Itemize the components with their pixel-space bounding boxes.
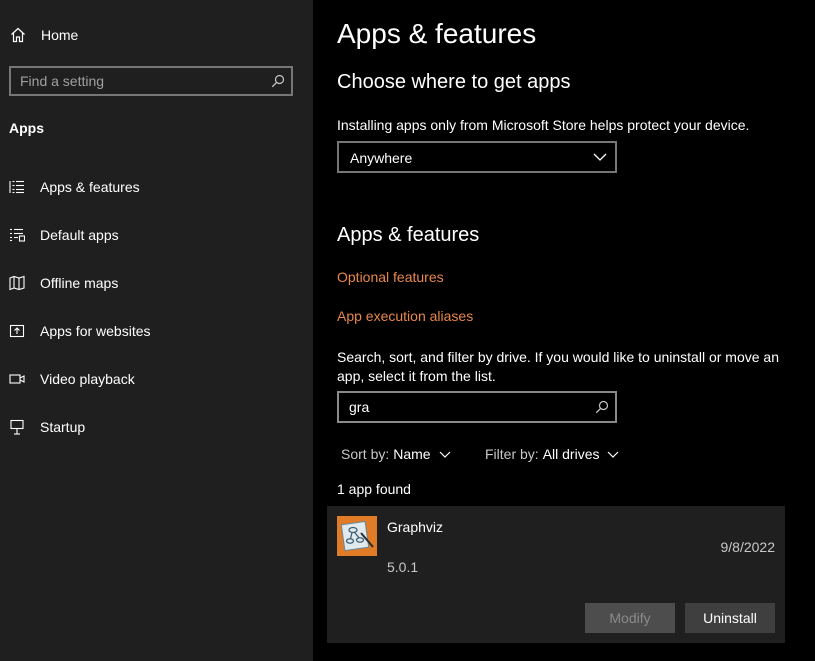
- uninstall-button[interactable]: Uninstall: [685, 603, 775, 633]
- chevron-down-icon: [593, 153, 607, 161]
- find-setting-box[interactable]: [9, 66, 293, 96]
- sidebar-item-apps-for-websites[interactable]: Apps for websites: [0, 312, 313, 352]
- app-execution-aliases-link[interactable]: App execution aliases: [337, 308, 473, 324]
- choose-apps-heading: Choose where to get apps: [337, 71, 571, 93]
- sidebar-item-label: Startup: [40, 419, 86, 435]
- app-search-input[interactable]: [349, 394, 579, 420]
- default-list-icon: [10, 228, 25, 242]
- chevron-down-icon: [439, 451, 451, 458]
- sidebar-item-label: Apps & features: [40, 179, 140, 195]
- app-source-value: Anywhere: [350, 150, 413, 166]
- result-count: 1 app found: [337, 481, 411, 497]
- modify-button[interactable]: Modify: [585, 603, 675, 633]
- open-in-window-icon: [9, 324, 25, 338]
- apps-features-heading: Apps & features: [337, 224, 480, 246]
- search-icon[interactable]: [595, 400, 609, 414]
- map-icon: [9, 275, 25, 291]
- app-search-box[interactable]: [337, 391, 617, 423]
- video-icon: [9, 374, 25, 384]
- sidebar-item-offline-maps[interactable]: Offline maps: [0, 264, 313, 304]
- app-install-date: 9/8/2022: [720, 539, 776, 555]
- startup-icon: [10, 419, 24, 435]
- filter-by-dropdown[interactable]: Filter by: All drives: [485, 446, 619, 462]
- list-icon: [9, 180, 24, 194]
- app-source-dropdown[interactable]: Anywhere: [337, 141, 617, 173]
- home-icon: [11, 27, 25, 43]
- sidebar-item-video-playback[interactable]: Video playback: [0, 360, 313, 400]
- choose-apps-description: Installing apps only from Microsoft Stor…: [337, 117, 750, 133]
- sidebar-item-label: Offline maps: [40, 275, 119, 291]
- chevron-down-icon: [608, 451, 619, 458]
- main-content: Apps & features Choose where to get apps…: [313, 0, 815, 661]
- app-version: 5.0.1: [387, 559, 419, 575]
- sort-by-label: Sort by:: [341, 446, 390, 462]
- sidebar: Home Apps Apps & features: [0, 0, 313, 661]
- sidebar-item-label: Default apps: [40, 227, 119, 243]
- home-label: Home: [41, 27, 79, 43]
- graphviz-app-icon: [337, 516, 377, 556]
- optional-features-link[interactable]: Optional features: [337, 269, 444, 285]
- sidebar-item-startup[interactable]: Startup: [0, 408, 313, 448]
- sidebar-item-label: Apps for websites: [40, 323, 151, 339]
- search-description: Search, sort, and filter by drive. If yo…: [337, 349, 779, 384]
- sort-by-value: Name: [393, 446, 431, 462]
- sort-by-dropdown[interactable]: Sort by: Name: [341, 446, 451, 462]
- sidebar-item-apps-features[interactable]: Apps & features: [0, 168, 313, 208]
- filter-by-label: Filter by:: [485, 446, 539, 462]
- filter-by-value: All drives: [542, 446, 600, 462]
- sidebar-item-default-apps[interactable]: Default apps: [0, 216, 313, 256]
- find-setting-input[interactable]: [20, 68, 260, 94]
- section-title-apps: Apps: [9, 120, 44, 136]
- app-list-item-graphviz[interactable]: Graphviz 9/8/2022 5.0.1 Modify Uninstall: [327, 506, 785, 643]
- app-name: Graphviz: [387, 519, 444, 535]
- page-title: Apps & features: [337, 18, 537, 49]
- search-icon[interactable]: [271, 74, 285, 88]
- sidebar-item-label: Video playback: [40, 371, 135, 387]
